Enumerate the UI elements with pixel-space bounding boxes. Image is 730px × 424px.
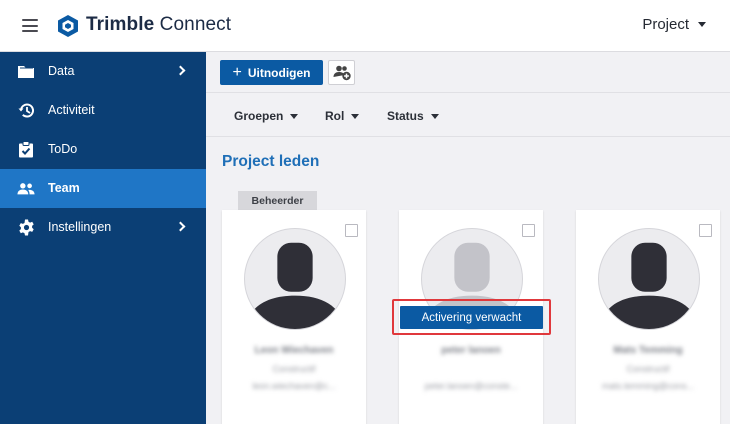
sidebar-item-team[interactable]: Team [0, 169, 206, 208]
brand-name[interactable]: Trimble Connect [86, 14, 231, 36]
chevron-right-icon [175, 221, 186, 232]
filter-label: Groepen [234, 109, 284, 123]
toolbar: + Uitnodigen [206, 52, 730, 93]
pending-activation-highlight: Activering verwacht [392, 299, 551, 335]
gear-icon [17, 219, 35, 236]
filter-status-dropdown[interactable]: Status [387, 109, 439, 123]
member-card[interactable]: Mats Temming Constructif mats.temming@co… [576, 210, 720, 424]
member-company: Constructif [626, 364, 670, 374]
people-icon [17, 180, 35, 197]
trimble-logo-icon [58, 15, 78, 37]
member-name: Leon Wiechaven [254, 345, 334, 356]
member-select-checkbox[interactable] [522, 224, 535, 237]
plus-icon: + [232, 63, 242, 81]
page-title: Project leden [222, 153, 320, 170]
sidebar-item-label: Instellingen [48, 220, 112, 234]
add-group-icon [333, 65, 351, 80]
clipboard-check-icon [17, 141, 35, 158]
filter-label: Status [387, 109, 424, 123]
member-email: peter.lanoen@conste... [424, 381, 518, 391]
sidebar-item-todo[interactable]: ToDo [0, 130, 206, 169]
member-email: leon.wiechaven@c... [252, 381, 336, 391]
sidebar-item-data[interactable]: Data [0, 52, 206, 91]
caret-down-icon [430, 113, 439, 119]
avatar [244, 228, 346, 330]
invite-button-label: Uitnodigen [247, 65, 311, 80]
project-menu-label: Project [642, 16, 689, 33]
top-bar: Trimble Connect Project [0, 0, 730, 52]
member-card[interactable]: Leon Wiechaven Constructif leon.wiechave… [222, 210, 366, 424]
filter-groups-dropdown[interactable]: Groepen [234, 109, 299, 123]
sidebar-item-instellingen[interactable]: Instellingen [0, 208, 206, 247]
add-group-button[interactable] [328, 60, 355, 85]
caret-down-icon [698, 22, 706, 27]
caret-down-icon [290, 113, 299, 119]
member-company: Constructif [272, 364, 316, 374]
avatar [598, 228, 700, 330]
sidebar-item-activiteit[interactable]: Activiteit [0, 91, 206, 130]
chevron-right-icon [175, 65, 186, 76]
main-content: + Uitnodigen Groepen Rol Status Project … [206, 52, 730, 424]
sidebar: Data Activiteit ToDo Team Instellingen [0, 52, 206, 424]
member-name: Mats Temming [613, 345, 683, 356]
sidebar-item-label: ToDo [48, 142, 78, 156]
sidebar-item-label: Activiteit [48, 103, 95, 117]
invite-button[interactable]: + Uitnodigen [220, 60, 323, 85]
filter-label: Rol [325, 109, 345, 123]
member-email: mats.temming@cons... [601, 381, 695, 391]
filter-role-dropdown[interactable]: Rol [325, 109, 360, 123]
project-menu[interactable]: Project [642, 16, 706, 33]
sidebar-item-label: Team [48, 181, 80, 195]
user-silhouette-icon [245, 242, 345, 329]
sidebar-item-label: Data [48, 64, 75, 78]
caret-down-icon [351, 113, 360, 119]
member-select-checkbox[interactable] [345, 224, 358, 237]
admin-role-badge: Beheerder [238, 191, 317, 210]
user-silhouette-icon [599, 242, 699, 329]
filter-bar: Groepen Rol Status [206, 94, 730, 137]
history-icon [17, 102, 35, 119]
member-select-checkbox[interactable] [699, 224, 712, 237]
member-name: peter lanoen [441, 345, 501, 356]
folder-icon [17, 63, 35, 80]
pending-activation-button[interactable]: Activering verwacht [400, 306, 543, 329]
hamburger-menu-icon[interactable] [22, 19, 38, 32]
